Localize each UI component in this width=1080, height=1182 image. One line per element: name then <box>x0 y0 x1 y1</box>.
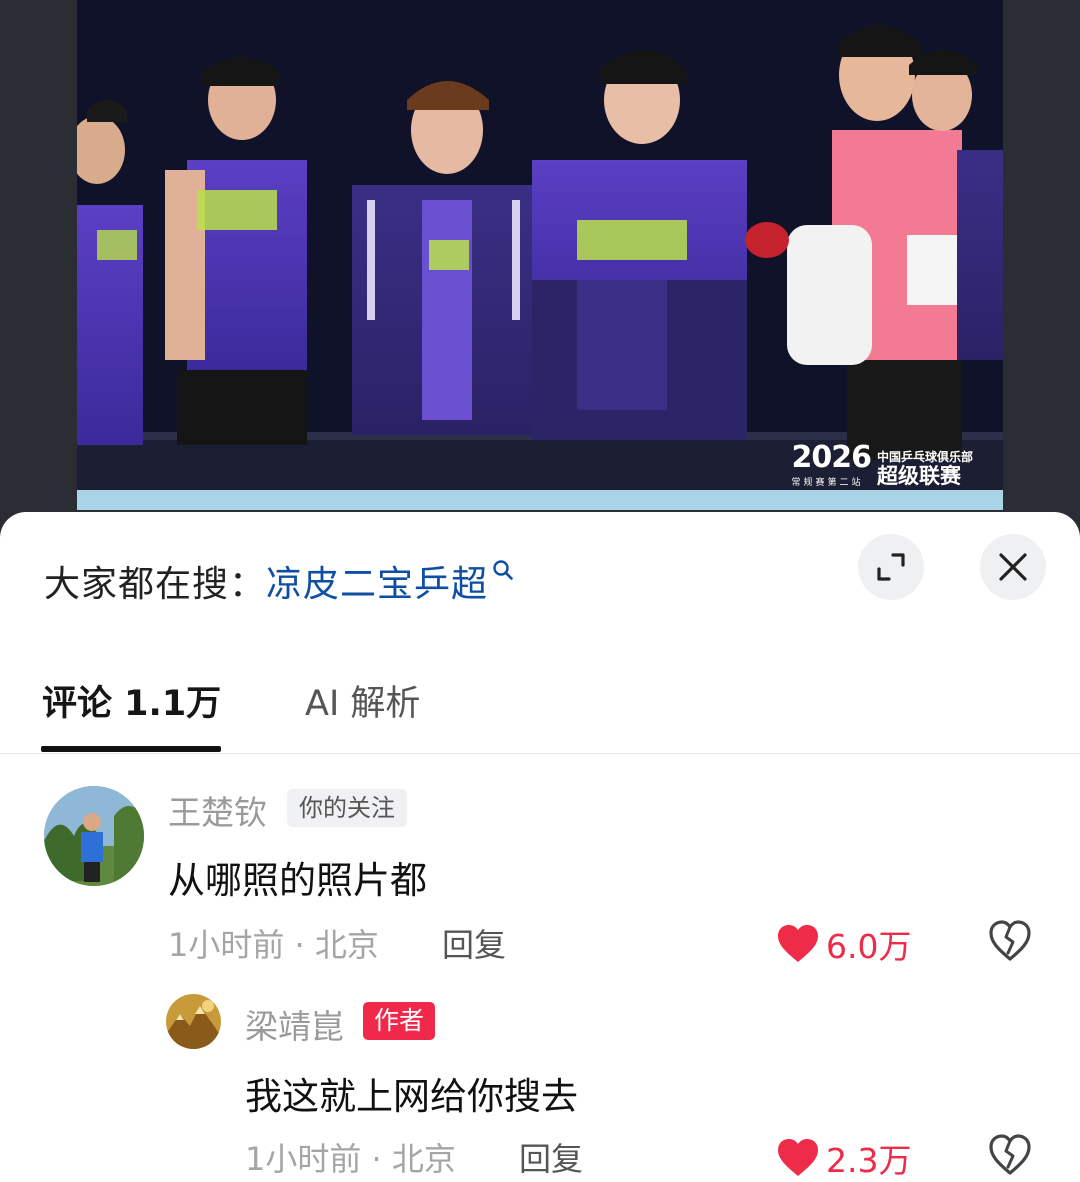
comment-text: 从哪照的照片都 <box>168 859 427 902</box>
tab-bar: 评论 1.1万 AI 解析 <box>0 672 1080 754</box>
dislike-button[interactable] <box>988 920 1032 966</box>
watermark-year: 2026 <box>791 440 871 475</box>
close-button[interactable] <box>980 534 1046 600</box>
expand-button[interactable] <box>858 534 924 600</box>
comment-meta: 1小时前 · 北京 <box>168 926 379 964</box>
broken-heart-icon <box>989 920 1031 961</box>
active-tab-indicator <box>41 746 221 752</box>
heart-icon <box>778 925 818 962</box>
comment-username[interactable]: 梁靖崑 <box>245 1000 344 1048</box>
reply-item: 梁靖崑 作者 我这就上网给你搜去 1小时前 · 北京 回复 2.3万 <box>0 990 1080 1182</box>
comment-sheet: 大家都在搜： 凉皮二宝乒超 评论 1.1万 AI 解析 王楚钦 你的关注 从哪照… <box>0 512 1080 1182</box>
broken-heart-icon <box>989 1134 1031 1175</box>
reply-button[interactable]: 回复 <box>442 920 506 966</box>
close-icon <box>999 553 1027 581</box>
tab-ai-analysis[interactable]: AI 解析 <box>305 676 420 732</box>
like-button[interactable]: 2.3万 <box>776 1134 911 1182</box>
trending-search[interactable]: 大家都在搜： 凉皮二宝乒超 <box>44 556 514 606</box>
like-count: 6.0万 <box>826 927 912 966</box>
expand-icon <box>877 553 905 581</box>
comment-item: 王楚钦 你的关注 从哪照的照片都 1小时前 · 北京 回复 6.0万 <box>0 782 1080 982</box>
like-button[interactable]: 6.0万 <box>776 920 911 968</box>
like-count: 2.3万 <box>826 1141 912 1180</box>
trending-search-term[interactable]: 凉皮二宝乒超 <box>266 555 488 607</box>
photo-illustration <box>77 0 1003 510</box>
comment-text: 我这就上网给你搜去 <box>245 1075 578 1118</box>
avatar[interactable] <box>166 994 221 1049</box>
search-icon <box>492 559 514 585</box>
watermark-league: 超级联赛 <box>876 464 961 488</box>
league-watermark: 2026 常规赛第二站 中国乒乓球俱乐部 超级联赛 <box>791 440 973 489</box>
comment-meta: 1小时前 · 北京 <box>245 1140 456 1178</box>
following-badge: 你的关注 <box>287 789 407 827</box>
watermark-subtitle: 常规赛第二站 <box>791 478 864 488</box>
heart-icon <box>778 1139 818 1176</box>
author-badge: 作者 <box>363 1002 436 1040</box>
comment-username[interactable]: 王楚钦 <box>168 786 267 834</box>
reply-button[interactable]: 回复 <box>519 1134 583 1180</box>
avatar[interactable] <box>44 786 144 886</box>
trending-search-prefix: 大家都在搜： <box>44 564 267 605</box>
post-photo[interactable]: 2026 常规赛第二站 中国乒乓球俱乐部 超级联赛 <box>77 0 1003 510</box>
watermark-org: 中国乒乓球俱乐部 <box>876 450 973 464</box>
dislike-button[interactable] <box>988 1134 1032 1180</box>
tab-comments[interactable]: 评论 1.1万 <box>42 676 221 732</box>
